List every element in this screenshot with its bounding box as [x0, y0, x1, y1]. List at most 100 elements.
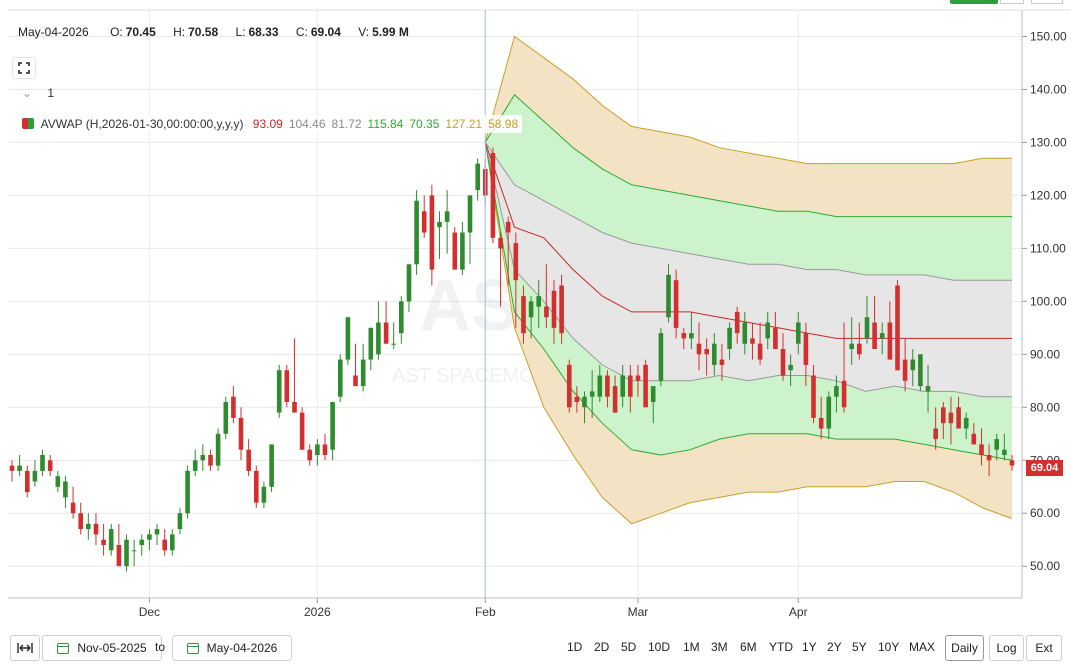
fullscreen-button[interactable]	[12, 57, 36, 79]
ohlc-date: May-04-2026	[18, 25, 89, 39]
top-toggle[interactable]	[1000, 0, 1024, 4]
candle	[101, 523, 106, 556]
candle-body	[513, 243, 519, 281]
range-10y-button[interactable]: 10Y	[878, 640, 899, 654]
top-toggle-active[interactable]	[950, 0, 998, 4]
study-values: 93.09 104.46 81.72 115.84 70.35 127.21 58.98	[247, 117, 518, 131]
study-legend[interactable]: AVWAP (H,2026-01-30,00:00:00,y,y,y) 93.0…	[22, 115, 523, 133]
candle-body	[605, 375, 610, 397]
candle-body	[86, 523, 91, 530]
calendar-icon	[186, 642, 199, 654]
range-max-button[interactable]: MAX	[909, 640, 935, 654]
study-toggle[interactable]: ⌄ 1	[22, 86, 54, 100]
range-10d-button[interactable]: 10D	[648, 640, 670, 654]
to-label: to	[155, 640, 166, 654]
range-5y-button[interactable]: 5Y	[852, 640, 867, 654]
extended-hours-button[interactable]: Ext	[1026, 635, 1062, 661]
range-1m-button[interactable]: 1M	[683, 640, 700, 654]
candle	[444, 190, 450, 254]
candle-body	[498, 237, 503, 249]
y-tick-label: 80.00	[1030, 400, 1060, 414]
candle-body	[467, 195, 473, 233]
candle	[93, 513, 99, 546]
candle	[32, 460, 38, 487]
candle-body	[261, 486, 267, 503]
candle-body	[108, 529, 114, 551]
candle-body	[849, 343, 854, 349]
candle-body	[551, 290, 557, 328]
close-value: 69.04	[310, 25, 341, 39]
candle	[238, 407, 244, 461]
range-2d-button[interactable]: 2D	[594, 640, 609, 654]
range-1y-button[interactable]: 1Y	[802, 640, 817, 654]
expand-icon	[18, 62, 30, 74]
x-tick-label: Dec	[139, 605, 160, 619]
interval-daily-button[interactable]: Daily	[945, 635, 984, 661]
range-5d-button[interactable]: 5D	[621, 640, 636, 654]
candle	[269, 444, 274, 493]
candle	[658, 327, 664, 387]
candle-body	[788, 364, 793, 371]
x-tick-label: Feb	[475, 605, 496, 619]
candle	[47, 454, 53, 477]
candle	[231, 386, 236, 424]
candle-body	[223, 402, 229, 434]
candle-body	[170, 534, 175, 551]
range-6m-button[interactable]: 6M	[740, 640, 757, 654]
volume-label: V:	[358, 25, 370, 39]
candle-body	[292, 402, 297, 413]
candle-body	[780, 349, 786, 376]
y-tick-label: 50.00	[1030, 559, 1060, 573]
candle-body	[284, 370, 290, 402]
candle-body	[597, 375, 603, 397]
candle-body	[933, 428, 938, 440]
candle-body	[116, 545, 122, 567]
last-price-tag: 69.04	[1026, 460, 1063, 476]
calendar-icon	[57, 642, 70, 654]
candle-body	[536, 296, 541, 307]
candle	[353, 343, 358, 387]
top-toggle[interactable]	[1031, 0, 1063, 4]
candle	[17, 454, 22, 477]
candle	[9, 460, 15, 482]
range-ytd-button[interactable]: YTD	[769, 640, 793, 654]
range-3m-button[interactable]: 3M	[711, 640, 728, 654]
volume-value: 5.99 M	[372, 25, 409, 39]
candle-body	[208, 455, 213, 466]
range-selector-button[interactable]	[10, 635, 40, 661]
candle-body	[460, 232, 465, 270]
range-1d-button[interactable]: 1D	[567, 640, 582, 654]
candle-body	[475, 163, 480, 191]
candle	[185, 465, 190, 519]
candle-body	[299, 412, 305, 450]
candle-body	[796, 322, 801, 344]
candle-body	[254, 470, 259, 503]
candle-body	[635, 375, 641, 381]
candle	[399, 296, 404, 344]
candle	[567, 359, 572, 413]
candle-body	[719, 359, 725, 365]
candle-body	[246, 449, 251, 471]
candle-body	[811, 375, 816, 418]
candle-body	[391, 343, 396, 345]
candle	[108, 523, 114, 556]
ext-label: Ext	[1035, 641, 1053, 655]
candle-body	[994, 439, 999, 450]
candle	[215, 428, 221, 471]
candle-body	[673, 280, 679, 328]
candle	[918, 354, 923, 392]
candle	[383, 301, 389, 344]
price-chart[interactable]: ASTS AST SPACEMOBILE 50.0060.0070.0080.0…	[0, 0, 1071, 628]
candle-body	[696, 343, 702, 355]
candle-body	[63, 481, 68, 498]
start-date-field[interactable]: Nov-05-2025	[42, 635, 162, 661]
candle-body	[444, 211, 450, 222]
end-date-field[interactable]: May-04-2026	[172, 635, 292, 661]
candle	[330, 402, 335, 461]
candle-body	[773, 327, 778, 349]
candle	[261, 481, 267, 508]
candle-body	[360, 359, 366, 387]
log-scale-button[interactable]: Log	[989, 635, 1024, 661]
candle-body	[589, 391, 595, 397]
range-2y-button[interactable]: 2Y	[827, 640, 842, 654]
